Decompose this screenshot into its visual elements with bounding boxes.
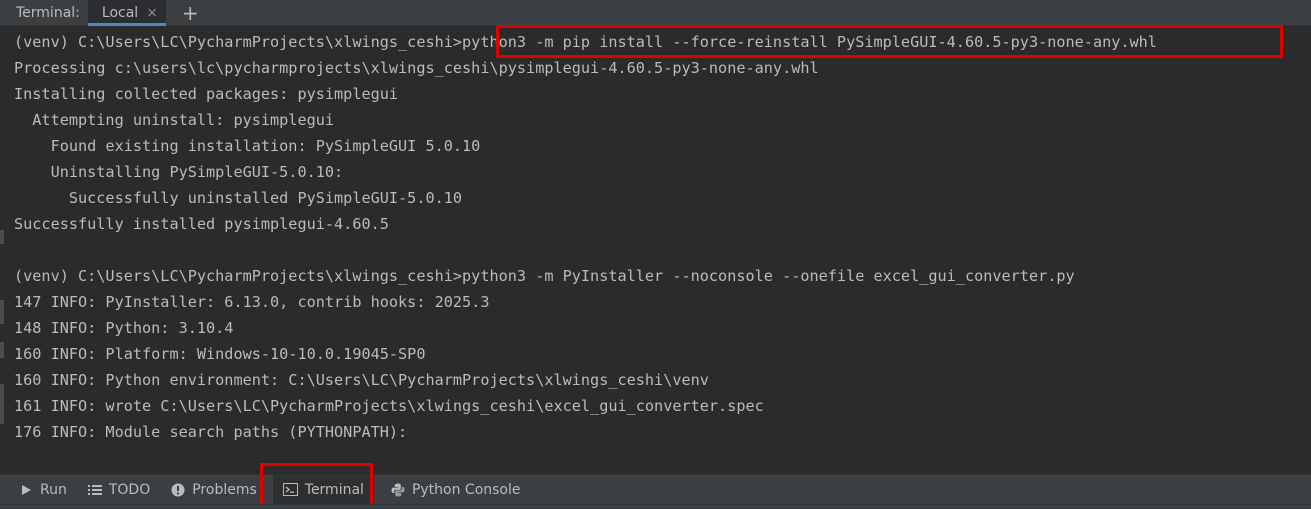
left-gutter-mark [0, 384, 4, 424]
problems-label: Problems [192, 481, 257, 498]
problems-tool-button[interactable]: Problems [160, 475, 267, 505]
list-icon [87, 482, 103, 498]
left-gutter-mark [0, 230, 4, 244]
python-console-tool-button[interactable]: Python Console [380, 475, 531, 505]
terminal-line: (venv) C:\Users\LC\PycharmProjects\xlwin… [14, 33, 1157, 51]
left-gutter-mark [0, 300, 4, 324]
close-icon[interactable]: × [146, 5, 158, 21]
terminal-line: Successfully installed pysimplegui-4.60.… [14, 215, 389, 233]
terminal-line: Successfully uninstalled PySimpleGUI-5.0… [14, 189, 463, 207]
terminal-line: 161 INFO: wrote C:\Users\LC\PycharmProje… [14, 397, 764, 415]
info-icon [170, 482, 186, 498]
terminal-line: Processing c:\users\lc\pycharmprojects\x… [14, 59, 819, 77]
tool-window-bar: Run TODO Problems Terminal Python Consol… [0, 474, 1311, 505]
python-icon [390, 482, 406, 498]
run-tool-button[interactable]: Run [0, 475, 77, 505]
left-gutter-mark [0, 342, 4, 358]
tab-local-label: Local [101, 4, 139, 21]
terminal-line: (venv) C:\Users\LC\PycharmProjects\xlwin… [14, 267, 1075, 285]
terminal-line: 160 INFO: Platform: Windows-10-10.0.1904… [14, 345, 426, 363]
python-console-label: Python Console [411, 481, 521, 498]
terminal-line: Installing collected packages: pysimpleg… [14, 85, 399, 103]
terminal-line: Attempting uninstall: pysimplegui [14, 111, 335, 129]
terminal-line: Uninstalling PySimpleGUI-5.0.10: [14, 163, 344, 181]
play-icon [18, 482, 34, 498]
terminal-line: 148 INFO: Python: 3.10.4 [14, 319, 234, 337]
run-label: Run [40, 481, 67, 498]
terminal-line: 147 INFO: PyInstaller: 6.13.0, contrib h… [14, 293, 490, 311]
terminal-line: Found existing installation: PySimpleGUI… [14, 137, 481, 155]
terminal-tab-header: Terminal: Local × + [0, 0, 1311, 26]
terminal-label: Terminal [304, 481, 364, 498]
terminal-icon [283, 482, 299, 498]
terminal-tool-button[interactable]: Terminal [272, 474, 374, 505]
ide-terminal-window: Terminal: Local × + (venv) C:\Users\LC\P… [0, 0, 1311, 509]
todo-tool-button[interactable]: TODO [77, 475, 160, 505]
status-bar [0, 504, 1311, 509]
todo-label: TODO [108, 481, 151, 498]
tab-local[interactable]: Local × [87, 0, 166, 26]
terminal-line: 160 INFO: Python environment: C:\Users\L… [14, 371, 709, 389]
terminal-line: 176 INFO: Module search paths (PYTHONPAT… [14, 423, 408, 441]
panel-title: Terminal: [16, 4, 80, 21]
new-tab-button[interactable]: + [182, 0, 199, 26]
terminal-output[interactable]: (venv) C:\Users\LC\PycharmProjects\xlwin… [0, 26, 1311, 474]
